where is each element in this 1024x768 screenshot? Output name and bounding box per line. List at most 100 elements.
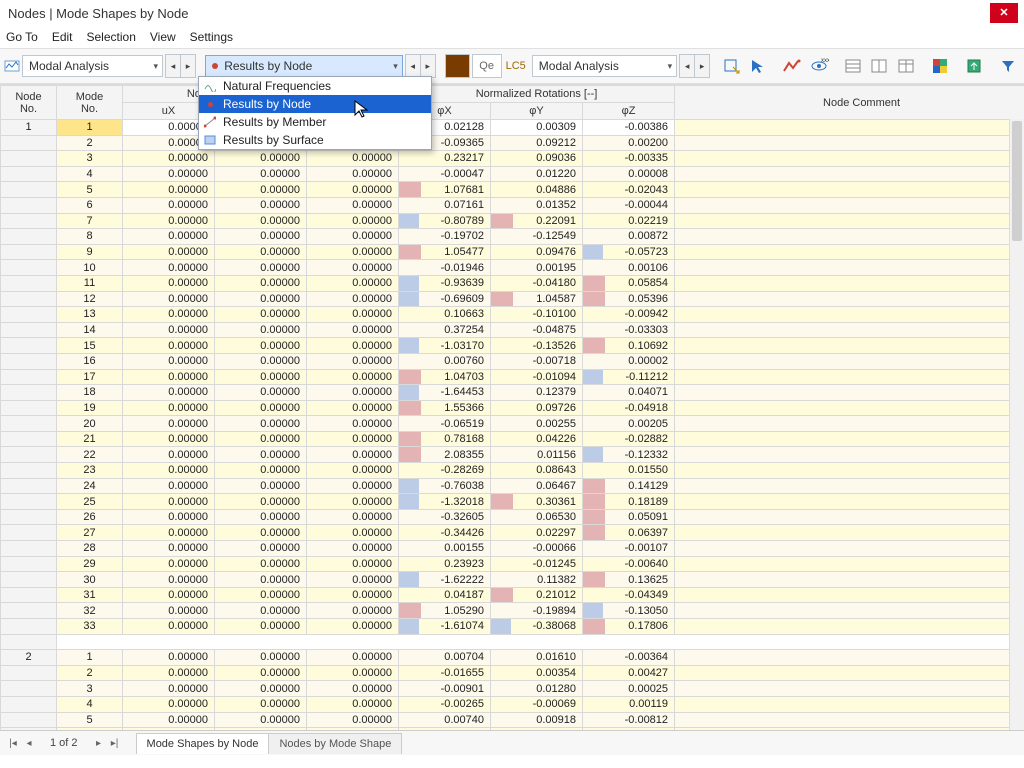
table-row[interactable]: 30.000000.000000.000000.232170.09036-0.0… <box>1 151 1024 167</box>
table-row[interactable]: 210.000000.000000.000000.781680.04226-0.… <box>1 431 1024 447</box>
page-indicator: 1 of 2 <box>42 737 86 749</box>
table-row[interactable]: 60.000000.000000.000000.071610.01352-0.0… <box>1 197 1024 213</box>
table-row[interactable]: 50.000000.000000.000000.007400.00918-0.0… <box>1 712 1024 728</box>
table-row[interactable]: 180.000000.000000.00000-1.644530.123790.… <box>1 385 1024 401</box>
table-row[interactable]: 300.000000.000000.00000-1.622220.113820.… <box>1 572 1024 588</box>
table-row[interactable]: 110.000000.000000.00000-0.93639-0.041800… <box>1 275 1024 291</box>
table-row[interactable]: 210.000000.000000.000000.007040.01610-0.… <box>1 650 1024 666</box>
dropdown-item-label: Results by Node <box>223 97 311 111</box>
dropdown-item[interactable]: Results by Member <box>199 113 431 131</box>
table-row[interactable]: 190.000000.000000.000001.553660.09726-0.… <box>1 400 1024 416</box>
table-row[interactable]: 150.000000.000000.00000-1.03170-0.135260… <box>1 338 1024 354</box>
tool-view-graphic[interactable] <box>780 53 805 79</box>
dropdown-item[interactable]: Results by Node <box>199 95 431 113</box>
menu-view[interactable]: View <box>150 30 176 44</box>
lc-prev-button[interactable]: ◂ <box>679 54 695 78</box>
table-row[interactable]: 270.000000.000000.00000-0.344260.022970.… <box>1 525 1024 541</box>
table-row[interactable]: 200.000000.000000.00000-0.065190.002550.… <box>1 416 1024 432</box>
table-row[interactable]: 230.000000.000000.00000-0.282690.086430.… <box>1 463 1024 479</box>
table-row[interactable]: 160.000000.000000.000000.00760-0.007180.… <box>1 353 1024 369</box>
results-bullet-icon <box>212 63 218 69</box>
table-row[interactable]: 220.000000.000000.000002.083550.01156-0.… <box>1 447 1024 463</box>
lc-code: LC5 <box>506 60 526 72</box>
color-swatch[interactable] <box>445 54 470 78</box>
table-row[interactable]: 20.000000.000000.00000-0.016550.003540.0… <box>1 665 1024 681</box>
tool-colormap[interactable] <box>928 53 953 79</box>
table-row[interactable]: 330.000000.000000.00000-1.61074-0.380680… <box>1 619 1024 635</box>
menu-edit[interactable]: Edit <box>52 30 73 44</box>
tab-nav-last[interactable]: ▸| <box>108 738 122 749</box>
scrollbar-thumb[interactable] <box>1012 121 1022 241</box>
table-row[interactable]: 170.000000.000000.000001.04703-0.01094-0… <box>1 369 1024 385</box>
tool-filter[interactable] <box>995 53 1020 79</box>
modal-prev-button[interactable]: ◂ <box>165 54 181 78</box>
tool-table-3[interactable] <box>894 53 919 79</box>
table-row[interactable]: 290.000000.000000.000000.23923-0.01245-0… <box>1 556 1024 572</box>
chevron-down-icon: ▾ <box>387 61 398 72</box>
results-combo-value: Results by Node <box>224 59 312 73</box>
tabstrip: |◂ ◂ 1 of 2 ▸ ▸| Mode Shapes by Node Nod… <box>0 730 1024 755</box>
close-button[interactable]: ✕ <box>990 3 1018 23</box>
table-row[interactable]: 110.000000.000000.000000.021280.00309-0.… <box>1 120 1024 136</box>
tool-table-1[interactable] <box>840 53 865 79</box>
table-row[interactable]: 100.000000.000000.00000-0.019460.001950.… <box>1 260 1024 276</box>
table-row[interactable]: 240.000000.000000.00000-0.760380.064670.… <box>1 478 1024 494</box>
table-row[interactable]: 40.000000.000000.00000-0.00265-0.000690.… <box>1 696 1024 712</box>
results-next-button[interactable]: ▸ <box>421 54 436 78</box>
results-prev-button[interactable]: ◂ <box>405 54 421 78</box>
tool-export[interactable] <box>962 53 987 79</box>
lc-next-button[interactable]: ▸ <box>695 54 710 78</box>
tool-select-rect[interactable] <box>719 53 744 79</box>
results-grid: NodeNo. ModeNo. Normalized Displacements… <box>0 84 1024 730</box>
col-group-rot[interactable]: Normalized Rotations [--] <box>399 86 675 103</box>
table-row[interactable]: 260.000000.000000.00000-0.326050.065300.… <box>1 509 1024 525</box>
tab-nav-first[interactable]: |◂ <box>6 738 20 749</box>
loadcase-combo[interactable]: Modal Analysis ▾ <box>532 55 677 77</box>
tab-mode-shapes-by-node[interactable]: Mode Shapes by Node <box>136 733 270 754</box>
chevron-down-icon: ▾ <box>147 61 158 72</box>
table-row[interactable]: 70.000000.000000.00000-0.807890.220910.0… <box>1 213 1024 229</box>
table-row[interactable]: 140.000000.000000.000000.37254-0.04875-0… <box>1 322 1024 338</box>
dropdown-item[interactable]: Results by Surface <box>199 131 431 149</box>
table-row[interactable]: 60.000000.000000.000000.010730.00629-0.0… <box>1 728 1024 730</box>
modal-next-button[interactable]: ▸ <box>181 54 196 78</box>
table-row[interactable]: 90.000000.000000.000001.054770.09476-0.0… <box>1 244 1024 260</box>
table-row[interactable]: 280.000000.000000.000000.00155-0.00066-0… <box>1 541 1024 557</box>
table-row[interactable]: 130.000000.000000.000000.10663-0.10100-0… <box>1 307 1024 323</box>
table-row[interactable]: 120.000000.000000.00000-0.696091.045870.… <box>1 291 1024 307</box>
svg-text:xxx: xxx <box>821 58 829 64</box>
col-phiz[interactable]: φZ <box>583 103 675 120</box>
menu-settings[interactable]: Settings <box>190 30 233 44</box>
qe-button[interactable]: Qe <box>472 54 502 78</box>
table-row[interactable]: 320.000000.000000.000001.05290-0.19894-0… <box>1 603 1024 619</box>
dropdown-item-label: Results by Member <box>223 115 326 129</box>
tab-nodes-by-mode-shape[interactable]: Nodes by Mode Shape <box>268 733 402 754</box>
col-node-comment[interactable]: Node Comment <box>675 86 1024 120</box>
dropdown-item-label: Results by Surface <box>223 133 324 147</box>
table-row[interactable]: 250.000000.000000.00000-1.320180.303610.… <box>1 494 1024 510</box>
tool-view-highlight[interactable]: xxx <box>807 53 832 79</box>
table-row[interactable]: 30.000000.000000.00000-0.009010.012800.0… <box>1 681 1024 697</box>
menu-selection[interactable]: Selection <box>87 30 136 44</box>
tool-table-2[interactable] <box>867 53 892 79</box>
results-combo[interactable]: Results by Node ▾ <box>205 55 403 77</box>
dropdown-item-icon <box>203 97 217 111</box>
modal-analysis-value: Modal Analysis <box>29 59 109 73</box>
col-phiy[interactable]: φY <box>491 103 583 120</box>
tab-nav-prev[interactable]: ◂ <box>22 738 36 749</box>
table-row[interactable]: 310.000000.000000.000000.041870.21012-0.… <box>1 587 1024 603</box>
table-row[interactable]: 50.000000.000000.000001.076810.04886-0.0… <box>1 182 1024 198</box>
tab-nav-next[interactable]: ▸ <box>92 738 106 749</box>
dropdown-item[interactable]: Natural Frequencies <box>199 77 431 95</box>
dropdown-item-label: Natural Frequencies <box>223 79 331 93</box>
col-node-no[interactable]: NodeNo. <box>1 86 57 120</box>
table-row[interactable]: 80.000000.000000.00000-0.19702-0.125490.… <box>1 229 1024 245</box>
vertical-scrollbar[interactable] <box>1009 119 1024 730</box>
menubar: Go To Edit Selection View Settings <box>0 26 1024 49</box>
col-mode-no[interactable]: ModeNo. <box>57 86 123 120</box>
table-row[interactable]: 40.000000.000000.00000-0.000470.012200.0… <box>1 166 1024 182</box>
menu-goto[interactable]: Go To <box>6 30 38 44</box>
modal-analysis-combo[interactable]: Modal Analysis ▾ <box>22 55 163 77</box>
table-row[interactable]: 20.000000.000000.00000-0.093650.092120.0… <box>1 135 1024 151</box>
tool-select-arrow[interactable] <box>746 53 771 79</box>
